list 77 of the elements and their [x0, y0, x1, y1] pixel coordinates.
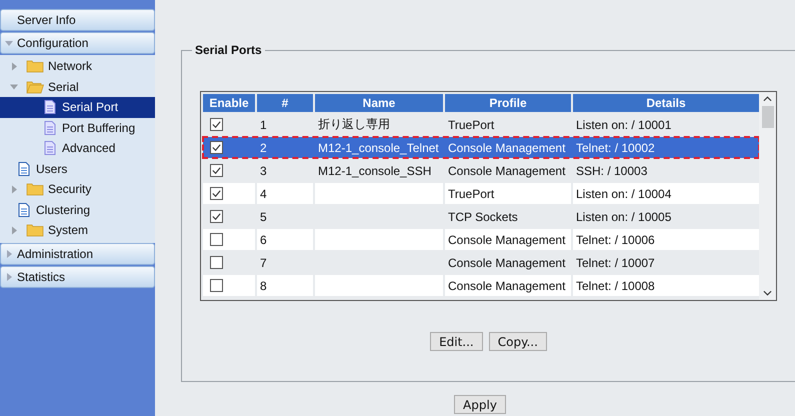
table-cell: SSH: / 10003: [576, 164, 648, 178]
table-cell: Listen on: / 10004: [576, 186, 672, 200]
scroll-up-icon[interactable]: [763, 96, 772, 102]
table-cell: Telnet: / 10006: [576, 232, 655, 246]
table-cell: Console Management: [448, 256, 566, 270]
column-header[interactable]: Name: [315, 94, 443, 112]
checkbox[interactable]: [210, 141, 223, 154]
table-cell: Listen on: / 10005: [576, 210, 672, 224]
table-row[interactable]: 5 TCP Sockets Listen on: / 10005: [203, 206, 759, 227]
section-header[interactable]: Configuration: [0, 32, 155, 54]
column-header[interactable]: #: [257, 94, 313, 112]
table-row[interactable]: 1 折り返し専用 TruePort Listen on: / 10001: [203, 114, 759, 135]
table-cell: 1: [260, 118, 267, 132]
table-cell: 2: [260, 140, 267, 154]
table-cell: M12-1_console_SSH: [318, 164, 432, 178]
table-cell: 4: [260, 186, 267, 200]
table-row[interactable]: 8 Console Management Telnet: / 10008: [203, 275, 759, 296]
table-cell: TCP Sockets: [448, 210, 518, 224]
tree-item[interactable]: Serial Port: [0, 97, 155, 118]
folder-icon: [26, 182, 44, 196]
tree-item[interactable]: Users: [0, 158, 155, 179]
section-header[interactable]: Statistics: [0, 266, 155, 288]
table-cell: Telnet: / 10007: [576, 256, 655, 270]
checkbox[interactable]: [210, 164, 223, 177]
table-row[interactable]: 3 M12-1_console_SSH Console Management SSH: / 10003: [203, 160, 759, 181]
table-row[interactable]: 6 Console Management Telnet: / 10006: [203, 229, 759, 250]
table-cell: M12-1_console_Telnet: [318, 140, 439, 154]
tree-item[interactable]: System: [0, 220, 155, 240]
document-icon: [18, 162, 30, 176]
checkbox[interactable]: [210, 187, 223, 200]
table-cell: 3: [260, 164, 267, 178]
table-cell: 折り返し専用: [318, 116, 390, 133]
column-header[interactable]: Profile: [445, 94, 571, 112]
tree-item[interactable]: Port Buffering: [0, 118, 155, 138]
table-row[interactable]: 4 TruePort Listen on: / 10004: [203, 183, 759, 204]
document-icon: [44, 141, 56, 156]
column-header[interactable]: Enable: [203, 94, 255, 112]
table-cell: Listen on: / 10001: [576, 118, 672, 132]
table-cell: Console Management: [448, 140, 566, 154]
section-header[interactable]: Server Info: [0, 9, 155, 31]
action-button[interactable]: Copy...: [488, 332, 547, 351]
table-cell: 8: [260, 278, 267, 292]
table-row[interactable]: 7 Console Management Telnet: / 10007: [203, 252, 759, 273]
checkbox[interactable]: [210, 256, 223, 269]
document-icon: [18, 202, 30, 217]
action-button[interactable]: Edit...: [430, 332, 483, 351]
scroll-down-icon[interactable]: [763, 290, 772, 296]
scroll-thumb[interactable]: [762, 106, 774, 128]
table-cell: 7: [260, 256, 267, 270]
folder-icon: [26, 59, 44, 74]
document-icon: [44, 100, 56, 114]
tree-item[interactable]: Security: [0, 179, 155, 200]
checkbox[interactable]: [210, 118, 223, 131]
table-cell: Console Management: [448, 164, 566, 178]
table-cell: TruePort: [448, 186, 494, 200]
tree-item[interactable]: Serial: [0, 76, 155, 97]
checkbox[interactable]: [210, 233, 223, 246]
folder-icon: [26, 223, 44, 238]
checkbox[interactable]: [210, 210, 223, 223]
table-cell: TruePort: [448, 118, 494, 132]
table-cell: Console Management: [448, 232, 566, 246]
section-header[interactable]: Administration: [0, 242, 155, 264]
apply-button[interactable]: Apply: [454, 395, 506, 414]
folder-icon: [26, 80, 44, 94]
tree-item[interactable]: Network: [0, 56, 155, 76]
table-row[interactable]: 2 M12-1_console_Telnet Console Management Telnet: / 10002: [203, 137, 759, 158]
tree-item[interactable]: Advanced: [0, 138, 155, 158]
panel-title: Serial Ports: [192, 43, 265, 57]
table-cell: Telnet: / 10002: [576, 140, 655, 154]
tree-item[interactable]: Clustering: [0, 200, 155, 220]
table-cell: 5: [260, 210, 267, 224]
table-cell: 6: [260, 232, 267, 246]
document-icon: [44, 120, 56, 135]
table-cell: Telnet: / 10008: [576, 278, 655, 292]
column-header[interactable]: Details: [573, 94, 759, 112]
checkbox[interactable]: [210, 279, 223, 292]
table-cell: Console Management: [448, 278, 566, 292]
